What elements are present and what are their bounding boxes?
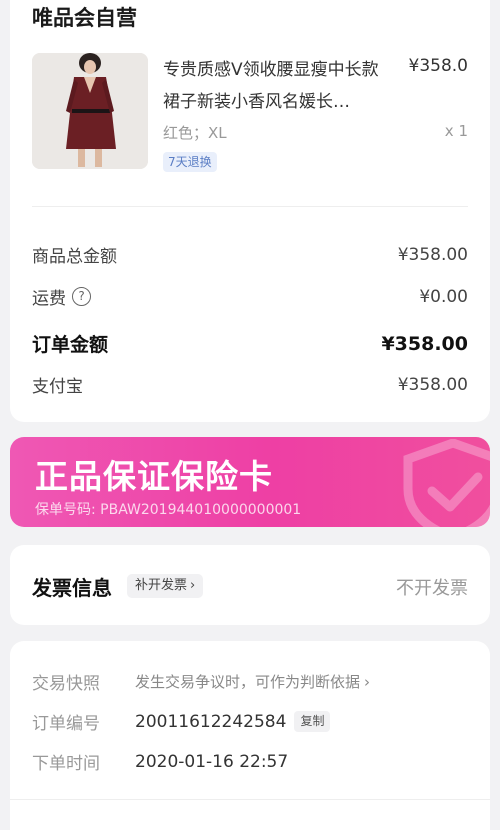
subtotal-row: 商品总金额 ¥358.00 — [32, 242, 468, 268]
total-value: ¥358.00 — [381, 332, 468, 355]
order-number-label: 订单编号 — [32, 714, 100, 734]
order-card: 唯品会自营 专贵质感V领收腰显瘦中长款裙子新装小香风名媛长… ¥358.0 红色… — [10, 0, 490, 422]
order-time-label: 下单时间 — [32, 754, 100, 774]
store-name[interactable]: 唯品会自营 — [32, 2, 137, 32]
order-time-value: 2020-01-16 22:57 — [135, 751, 289, 772]
snapshot-row[interactable]: 交易快照 发生交易争议时，可作为判断依据 › — [32, 669, 468, 695]
chevron-right-icon: › — [190, 578, 196, 593]
total-label: 订单金额 — [32, 334, 109, 356]
product-quantity: x 1 — [444, 122, 468, 140]
product-image — [32, 53, 148, 169]
subtotal-value: ¥358.00 — [397, 244, 468, 265]
invoice-card: 发票信息 补开发票 › 不开发票 — [10, 545, 490, 625]
payment-row: 支付宝 ¥358.00 — [32, 372, 468, 398]
order-number-group: 20011612242584 复制 — [135, 711, 331, 732]
order-number-value: 20011612242584 — [135, 711, 287, 732]
shipping-label: 运费 — [32, 289, 66, 309]
order-number-row: 订单编号 20011612242584 复制 — [32, 709, 468, 734]
product-spec: 红色；XL — [163, 124, 227, 142]
chevron-right-icon: › — [364, 672, 371, 691]
payment-value: ¥358.00 — [397, 374, 468, 395]
invoice-title: 发票信息 — [32, 576, 112, 600]
insurance-card[interactable]: 正品保证保险卡 保单号码: PBAW201944010000000001 — [10, 437, 490, 527]
invoice-status: 不开发票 — [396, 578, 468, 599]
help-icon[interactable]: ? — [72, 287, 91, 306]
snapshot-value-group: 发生交易争议时，可作为判断依据 › — [135, 671, 370, 692]
product-price: ¥358.0 — [408, 56, 468, 76]
return-policy-badge: 7天退换 — [163, 152, 217, 172]
snapshot-label: 交易快照 — [32, 674, 100, 694]
shipping-value: ¥0.00 — [419, 286, 468, 307]
product-title[interactable]: 专贵质感V领收腰显瘦中长款裙子新装小香风名媛长… — [163, 54, 395, 118]
insurance-title: 正品保证保险卡 — [35, 457, 273, 496]
divider — [10, 799, 490, 800]
copy-button[interactable]: 复制 — [294, 711, 331, 732]
shipping-label-group: 运费 ? — [32, 284, 91, 309]
divider — [32, 206, 468, 207]
reissue-invoice-label: 补开发票 — [135, 578, 188, 593]
order-time-row: 下单时间 2020-01-16 22:57 — [32, 749, 468, 775]
snapshot-value: 发生交易争议时，可作为判断依据 — [135, 673, 361, 691]
subtotal-label: 商品总金额 — [32, 247, 117, 267]
policy-number: 保单号码: PBAW201944010000000001 — [35, 502, 302, 518]
payment-method-label: 支付宝 — [32, 377, 83, 397]
product-thumbnail[interactable] — [32, 53, 148, 169]
shield-check-icon — [403, 439, 490, 527]
shipping-row: 运费 ? ¥0.00 — [32, 284, 468, 310]
reissue-invoice-button[interactable]: 补开发票 › — [127, 574, 204, 598]
order-detail-card: 交易快照 发生交易争议时，可作为判断依据 › 订单编号 200116122425… — [10, 641, 490, 830]
total-row: 订单金额 ¥358.00 — [32, 330, 468, 357]
